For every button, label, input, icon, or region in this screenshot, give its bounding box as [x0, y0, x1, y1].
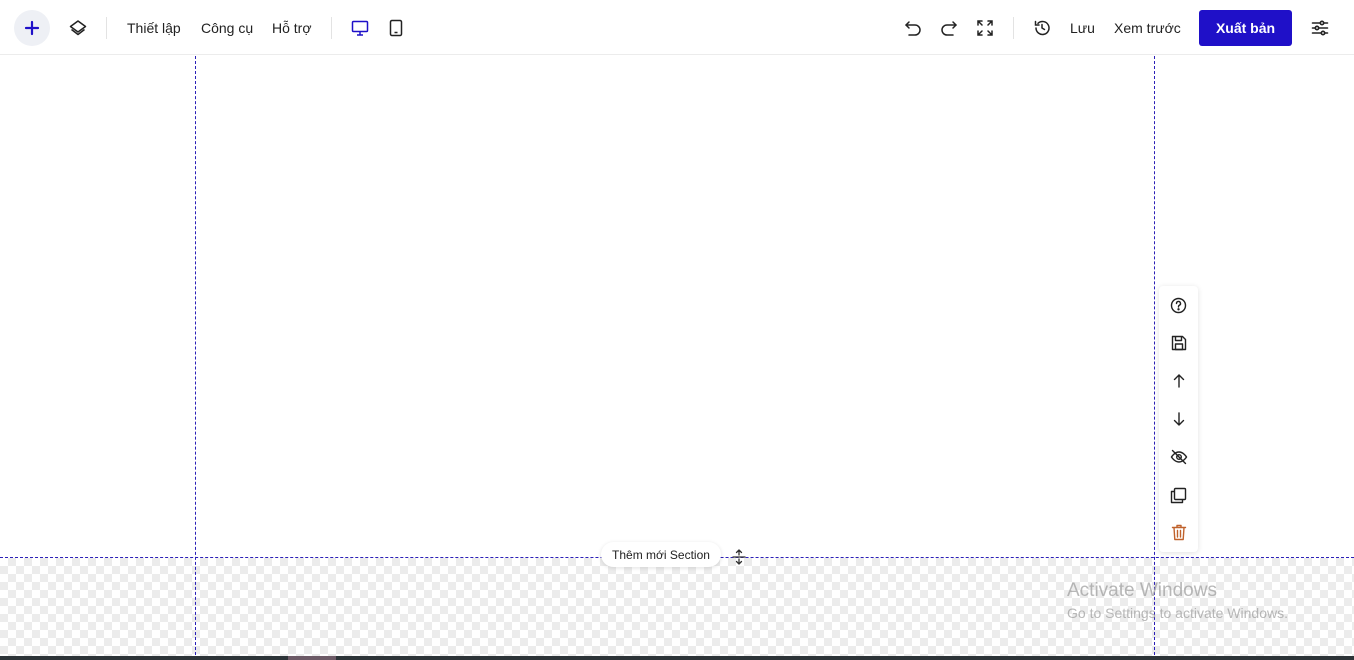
top-toolbar: Thiết lập Công cụ Hỗ trợ Lưu Xem trước X… — [0, 0, 1354, 55]
add-section-button[interactable]: Thêm mới Section — [601, 542, 721, 567]
resize-handle-icon[interactable] — [728, 546, 750, 568]
divider — [1013, 17, 1014, 39]
add-element-button[interactable] — [14, 0, 50, 55]
plus-icon[interactable] — [14, 9, 50, 46]
divider — [331, 17, 332, 39]
publish-button[interactable]: Xuất bản — [1199, 10, 1292, 46]
help-icon[interactable] — [1159, 287, 1198, 323]
save-button[interactable]: Lưu — [1070, 20, 1095, 36]
fullscreen-icon[interactable] — [974, 0, 996, 55]
duplicate-icon[interactable] — [1159, 477, 1198, 513]
menu-support[interactable]: Hỗ trợ — [272, 20, 312, 36]
redo-icon[interactable] — [938, 0, 960, 55]
preview-button[interactable]: Xem trước — [1114, 20, 1181, 36]
section-toolbar — [1159, 286, 1198, 552]
taskbar-edge — [0, 656, 1354, 660]
transparent-area — [0, 558, 1354, 656]
desktop-icon[interactable] — [349, 0, 371, 55]
move-down-icon[interactable] — [1159, 401, 1198, 437]
move-up-icon[interactable] — [1159, 363, 1198, 399]
save-icon[interactable] — [1159, 325, 1198, 361]
delete-icon[interactable] — [1159, 514, 1198, 550]
sliders-icon[interactable] — [1309, 0, 1331, 55]
menu-settings[interactable]: Thiết lập — [127, 20, 181, 36]
divider — [106, 17, 107, 39]
layers-icon[interactable] — [66, 0, 90, 55]
history-icon[interactable] — [1031, 0, 1053, 55]
section-guide-left — [195, 56, 196, 660]
tablet-icon[interactable] — [386, 0, 406, 55]
hide-icon[interactable] — [1159, 439, 1198, 475]
undo-icon[interactable] — [902, 0, 924, 55]
section-guide-right — [1154, 56, 1155, 660]
menu-tools[interactable]: Công cụ — [201, 20, 253, 36]
